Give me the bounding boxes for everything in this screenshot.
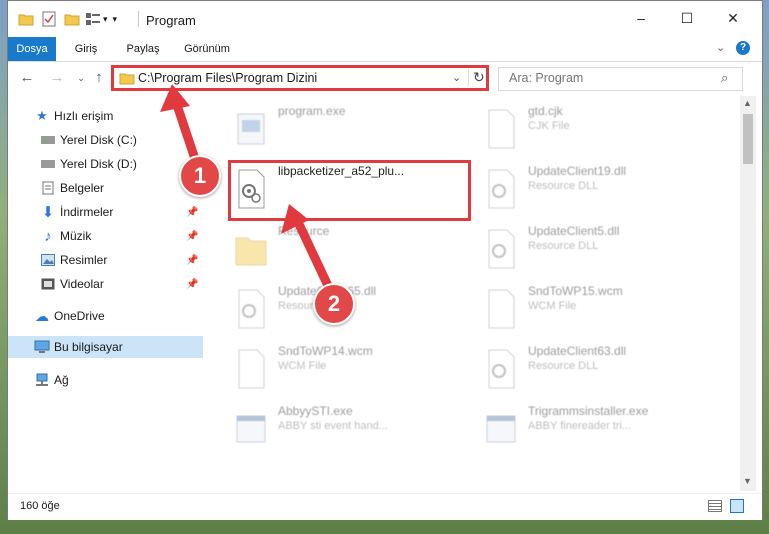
annotation-overlay: [160, 84, 335, 295]
step-1-badge: 1: [179, 155, 221, 197]
step-2-badge: 2: [313, 283, 355, 325]
arrow-2: [281, 204, 335, 295]
